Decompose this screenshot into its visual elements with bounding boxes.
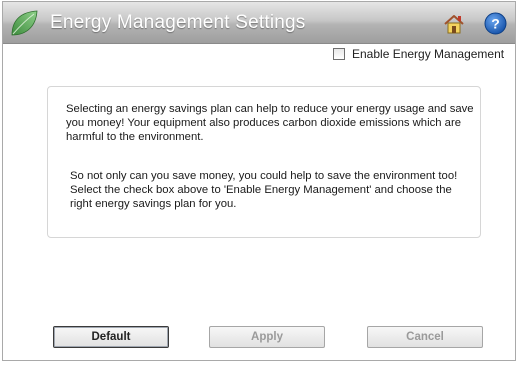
- leaf-icon: [9, 8, 39, 38]
- enable-energy-management-checkbox[interactable]: [333, 48, 345, 60]
- page-title: Energy Management Settings: [50, 12, 306, 33]
- apply-button[interactable]: Apply: [209, 326, 325, 348]
- info-panel: Selecting an energy savings plan can hel…: [47, 86, 481, 238]
- title-bar: Energy Management Settings ?: [3, 2, 515, 44]
- cancel-button[interactable]: Cancel: [367, 326, 483, 348]
- enable-energy-management-label[interactable]: Enable Energy Management: [352, 47, 504, 61]
- info-paragraph-2: So not only can you save money, you coul…: [70, 170, 458, 210]
- default-button[interactable]: Default: [53, 326, 169, 348]
- help-icon[interactable]: ?: [484, 12, 507, 35]
- home-icon[interactable]: [443, 13, 465, 35]
- settings-window: Energy Management Settings ? Enable Ener…: [2, 1, 516, 361]
- info-paragraph-1: Selecting an energy savings plan can hel…: [66, 103, 474, 143]
- svg-text:?: ?: [491, 16, 500, 32]
- enable-energy-management[interactable]: Enable Energy Management: [333, 47, 504, 61]
